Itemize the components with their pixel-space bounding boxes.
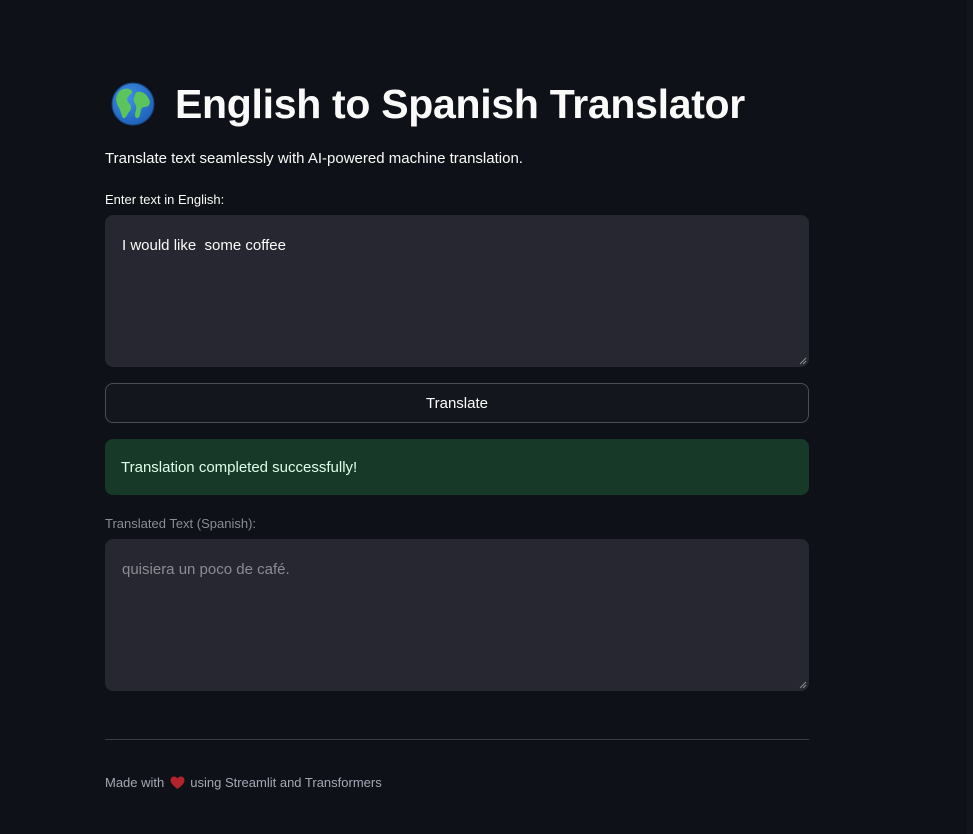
globe-icon bbox=[111, 82, 155, 126]
app-root: English to Spanish Translator Translate … bbox=[0, 0, 973, 834]
page-title: English to Spanish Translator bbox=[175, 80, 745, 127]
input-label: Enter text in English: bbox=[105, 192, 225, 207]
output-label: Translated Text (Spanish): bbox=[105, 516, 257, 531]
success-alert: Translation completed successfully! bbox=[105, 439, 809, 495]
spanish-text-value: quisiera un poco de café. bbox=[122, 561, 290, 578]
english-text-value: I would like some coffee bbox=[122, 237, 286, 254]
success-message: Translation completed successfully! bbox=[121, 458, 358, 476]
heart-icon bbox=[170, 776, 185, 789]
scrollbar-track[interactable] bbox=[967, 0, 973, 834]
page-subtitle: Translate text seamlessly with AI-powere… bbox=[105, 150, 523, 167]
footer-divider bbox=[105, 739, 809, 740]
resize-handle-icon[interactable] bbox=[799, 681, 807, 689]
footer: Made with using Streamlit and Transforme… bbox=[105, 775, 382, 790]
resize-handle-icon[interactable] bbox=[799, 357, 807, 365]
footer-suffix: using Streamlit and Transformers bbox=[190, 775, 382, 790]
page-header: English to Spanish Translator bbox=[111, 78, 745, 130]
english-text-input[interactable]: I would like some coffee bbox=[105, 215, 809, 367]
translate-button[interactable]: Translate bbox=[105, 383, 809, 423]
footer-prefix: Made with bbox=[105, 775, 165, 790]
spanish-text-output[interactable]: quisiera un poco de café. bbox=[105, 539, 809, 691]
